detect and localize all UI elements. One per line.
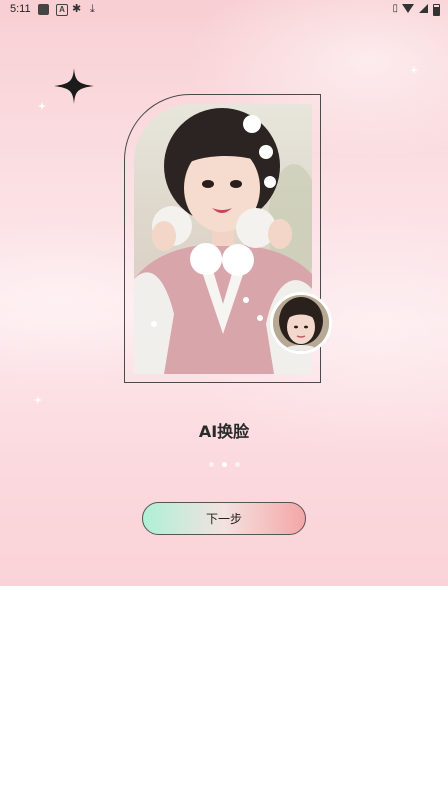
feature-title: AI换脸 [198, 422, 250, 441]
next-button-label: 下一步 [205, 512, 242, 526]
face-thumbnail [270, 292, 332, 354]
blank-content-area [0, 586, 448, 798]
sparkle-small-icon [410, 66, 418, 74]
download-icon: ⤓ [90, 2, 95, 15]
page-dot [234, 462, 240, 467]
status-time: 5:11 [10, 3, 31, 15]
page-dot [221, 462, 227, 467]
wifi-icon [402, 4, 414, 13]
sparkle-icon [54, 68, 94, 104]
a-notification-icon: A [56, 4, 68, 16]
sparkle-small-icon [34, 396, 42, 404]
app-square-icon [38, 4, 49, 15]
vibrate-icon: ▯ [392, 3, 398, 14]
page-dot [208, 462, 214, 467]
bug-icon: ✱ [72, 2, 82, 15]
signal-icon [419, 4, 428, 13]
face-avatar-illustration [273, 295, 329, 351]
sparkle-small-icon [38, 102, 46, 110]
status-bar: 5:11 A ✱ ⤓ ▯ [0, 0, 448, 20]
battery-icon [433, 4, 440, 16]
onboarding-background: 5:11 A ✱ ⤓ ▯ AI换脸 下一步 [0, 0, 448, 586]
next-button[interactable]: 下一步 [142, 502, 306, 535]
page-indicator [0, 462, 448, 467]
